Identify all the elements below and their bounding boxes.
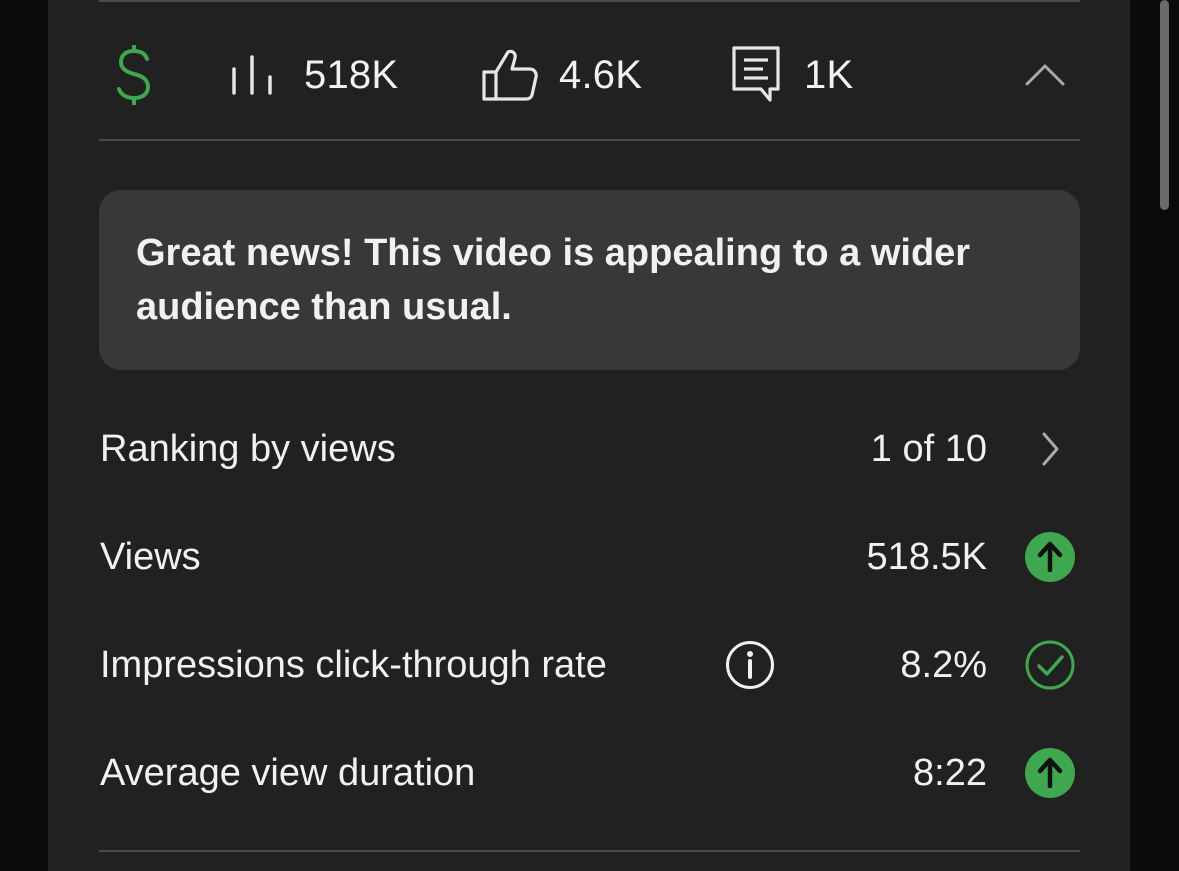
bar-chart-icon	[232, 55, 272, 95]
bottom-divider	[99, 850, 1080, 852]
views-stat: 518K	[230, 30, 398, 120]
metric-label: Average view duration	[100, 752, 476, 794]
metric-value: 8.2%	[900, 644, 987, 686]
insight-banner: Great news! This video is appealing to a…	[99, 190, 1080, 370]
chevron-up-icon	[1025, 64, 1065, 86]
likes-stat: 4.6K	[481, 30, 642, 120]
metric-label: Ranking by views	[100, 428, 396, 470]
stats-divider	[99, 139, 1080, 141]
scrollbar[interactable]	[1160, 0, 1169, 210]
ctr-row: Impressions click-through rate 8.2%	[0, 630, 1179, 700]
metric-value: 518.5K	[866, 536, 987, 578]
metric-value: 8:22	[913, 752, 987, 794]
comments-stat: 1K	[731, 30, 853, 120]
comments-count: 1K	[804, 52, 854, 97]
avg-duration-row: Average view duration 8:22	[0, 738, 1179, 808]
dollar-icon	[117, 45, 151, 105]
insight-text: Great news! This video is appealing to a…	[136, 232, 971, 328]
metric-value: 1 of 10	[870, 428, 987, 470]
revenue-stat	[112, 30, 156, 120]
views-count: 518K	[304, 52, 399, 97]
thumbs-up-icon	[482, 49, 538, 101]
check-circle-icon	[1025, 640, 1075, 690]
analytics-screen: 518K 4.6K 1K Great news! This video is a…	[0, 0, 1179, 871]
video-stats-row[interactable]: 518K 4.6K 1K	[0, 30, 1179, 120]
ranking-row[interactable]: Ranking by views 1 of 10	[0, 414, 1179, 484]
arrow-up-circle-icon	[1025, 748, 1075, 798]
comment-icon	[732, 46, 780, 102]
views-row: Views 518.5K	[0, 522, 1179, 592]
metric-label: Impressions click-through rate	[100, 644, 607, 686]
likes-count: 4.6K	[559, 52, 643, 97]
top-divider	[99, 0, 1080, 2]
chevron-right-icon	[1042, 432, 1059, 466]
arrow-up-circle-icon	[1025, 532, 1075, 582]
info-icon[interactable]	[725, 640, 775, 690]
collapse-button[interactable]	[1025, 30, 1065, 120]
metric-label: Views	[100, 536, 201, 578]
